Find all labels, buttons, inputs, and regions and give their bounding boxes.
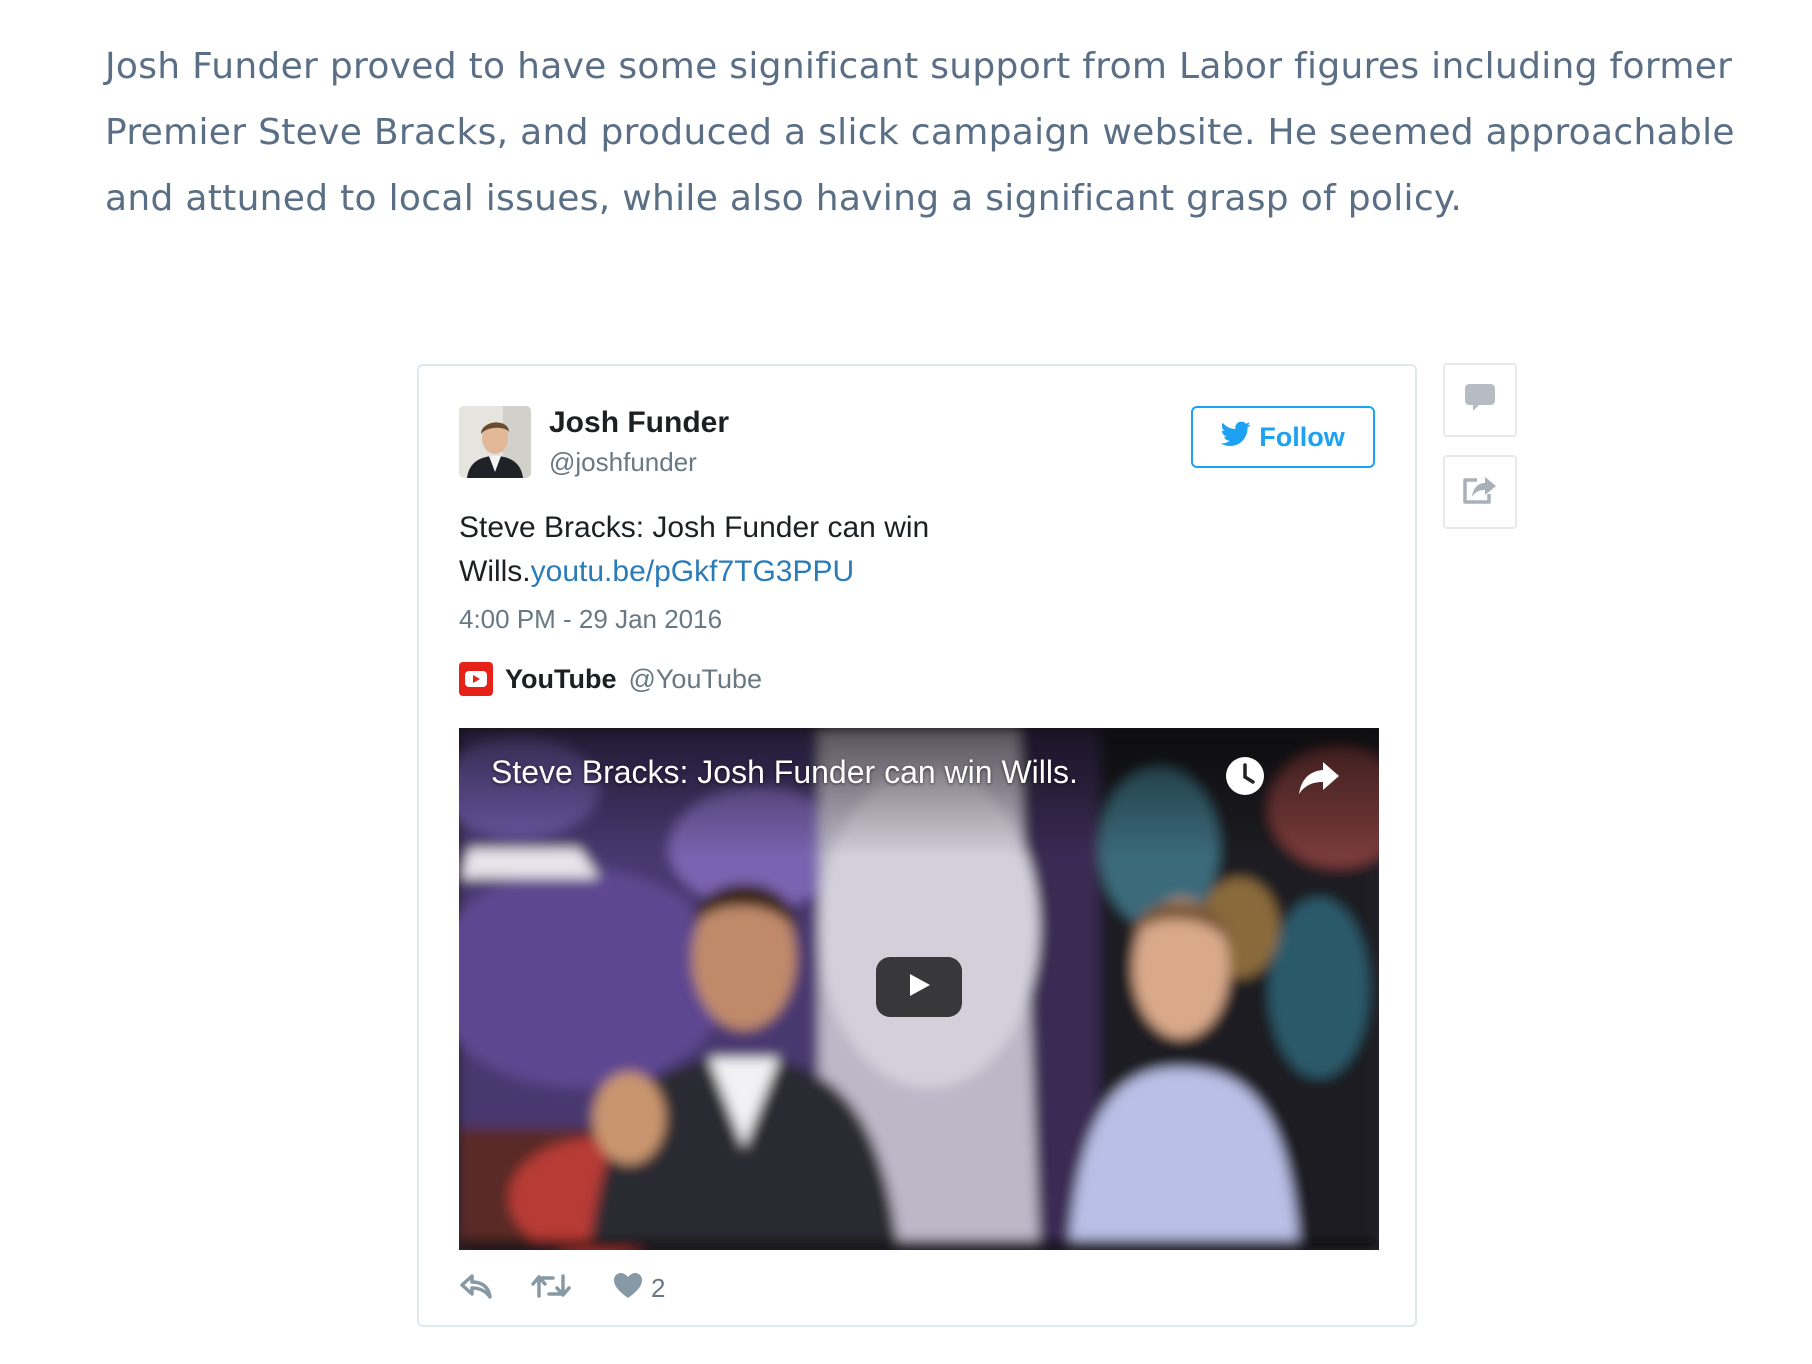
youtube-logo-icon xyxy=(459,662,493,696)
share-button[interactable] xyxy=(1443,455,1517,529)
follow-label: Follow xyxy=(1259,421,1345,452)
via-handle[interactable]: @YouTube xyxy=(628,664,762,695)
share-icon xyxy=(1461,474,1499,511)
share-arrow-icon[interactable] xyxy=(1297,754,1341,798)
tweet-text: Steve Bracks: Josh Funder can win Wills.… xyxy=(459,506,1019,594)
heart-icon xyxy=(613,1272,643,1305)
video-player[interactable]: Steve Bracks: Josh Funder can win Wills. xyxy=(459,728,1379,1250)
clock-icon[interactable] xyxy=(1223,754,1267,798)
via-name[interactable]: YouTube xyxy=(505,664,616,695)
twitter-bird-icon xyxy=(1220,421,1251,454)
comment-button[interactable] xyxy=(1443,363,1517,437)
via-attribution: YouTube @YouTube xyxy=(459,661,762,697)
author-handle[interactable]: @joshfunder xyxy=(549,447,697,478)
reply-icon xyxy=(459,1272,493,1305)
video-title[interactable]: Steve Bracks: Josh Funder can win Wills. xyxy=(491,754,1078,791)
tweet-actions: 2 xyxy=(459,1266,665,1310)
article-paragraph: Josh Funder proved to have some signific… xyxy=(105,46,1735,219)
play-icon xyxy=(906,972,932,1003)
avatar[interactable] xyxy=(459,406,531,478)
like-button[interactable]: 2 xyxy=(613,1272,665,1305)
follow-button[interactable]: Follow xyxy=(1191,406,1375,468)
author-name[interactable]: Josh Funder xyxy=(549,406,729,440)
play-button[interactable] xyxy=(876,957,962,1017)
tweet-timestamp[interactable]: 4:00 PM - 29 Jan 2016 xyxy=(459,604,722,635)
retweet-icon xyxy=(531,1272,571,1305)
reply-button[interactable] xyxy=(459,1272,493,1305)
comment-icon xyxy=(1463,381,1497,420)
retweet-button[interactable] xyxy=(531,1272,571,1305)
tweet-link[interactable]: youtu.be/pGkf7TG3PPU xyxy=(531,555,855,588)
embedded-tweet: Josh Funder @joshfunder Follow Steve Bra… xyxy=(417,364,1417,1327)
like-count: 2 xyxy=(651,1272,666,1303)
